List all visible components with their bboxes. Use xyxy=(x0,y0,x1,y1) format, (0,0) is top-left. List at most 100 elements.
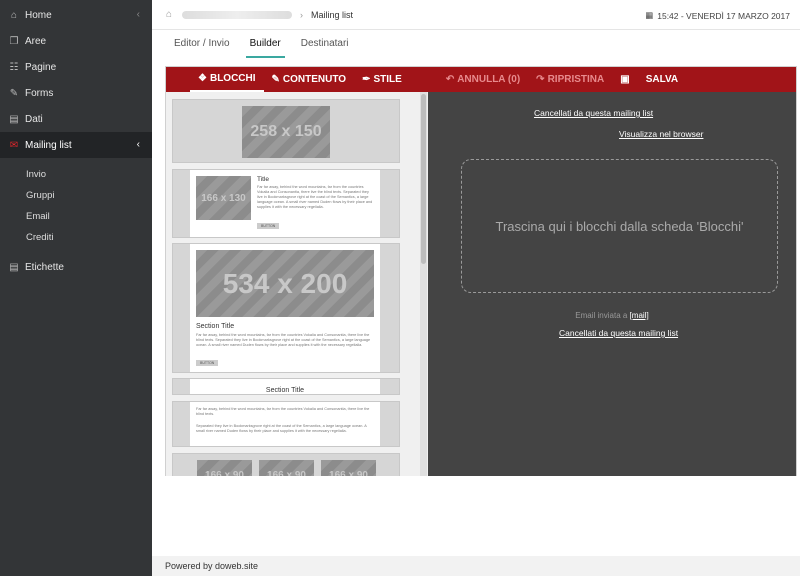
sidebar-item-dati[interactable]: ▤ Dati xyxy=(0,106,152,132)
style-tab-button[interactable]: ✒ STILE xyxy=(354,67,410,92)
calendar-icon: ▦ xyxy=(645,10,654,20)
sidebar-item-label: Forms xyxy=(25,87,54,99)
block-inner: 166 x 130 Title Far far away, behind the… xyxy=(190,170,380,237)
blocks-panel: 258 x 150 166 x 130 Title Far far away, … xyxy=(166,92,428,476)
block-text: Far far away, behind the word mountains,… xyxy=(196,407,370,416)
image-icon: ▣ xyxy=(620,74,630,85)
footer-text: Powered by doweb.site xyxy=(165,561,259,571)
style-label: STILE xyxy=(373,74,402,85)
sidebar-item-label: Mailing list xyxy=(25,139,72,151)
sidebar-item-pagine[interactable]: ☷ Pagine xyxy=(0,54,152,80)
blocks-label: BLOCCHI xyxy=(209,73,256,84)
sidebar-item-label: Aree xyxy=(25,35,47,47)
view-in-browser-link[interactable]: Visualizza nel browser xyxy=(619,129,703,139)
sidebar-item-etichette[interactable]: ▤ Etichette xyxy=(0,254,152,280)
undo-icon: ↶ xyxy=(445,74,455,85)
chevron-left-icon: ‹ xyxy=(136,9,140,20)
section-title: Section Title xyxy=(265,387,305,394)
sidebar-item-aree[interactable]: ❐ Aree xyxy=(0,28,152,54)
brush-icon: ✒ xyxy=(362,74,371,85)
sidebar-subitem-invio[interactable]: Invio xyxy=(0,164,152,185)
unsubscribe-link-bottom[interactable]: Cancellati da questa mailing list xyxy=(559,328,678,338)
email-canvas: Cancellati da questa mailing list Visual… xyxy=(428,92,796,476)
placeholder-image: 166 x 90 xyxy=(259,460,314,476)
builder: ❖ BLOCCHI ✎ CONTENUTO ✒ STILE ↶ ANNULLA … xyxy=(165,66,797,476)
block-image-section[interactable]: 534 x 200 Section Title Far far away, be… xyxy=(172,243,400,373)
block-image-full[interactable]: 258 x 150 xyxy=(172,99,400,163)
copy-icon: ❐ xyxy=(9,35,19,47)
block-section-title[interactable]: Section Title xyxy=(172,378,400,395)
home-icon: ⌂ xyxy=(10,9,18,21)
footer: Powered by doweb.site xyxy=(152,556,800,576)
home-icon[interactable]: ⌂ xyxy=(166,9,172,20)
chevron-left-icon: ‹ xyxy=(136,139,140,150)
unsubscribe-link-top[interactable]: Cancellati da questa mailing list xyxy=(534,108,653,118)
edit-icon: ✎ xyxy=(9,87,19,99)
drop-zone-text: Trascina qui i blocchi dalla scheda 'Blo… xyxy=(495,218,744,234)
blocks-tab-button[interactable]: ❖ BLOCCHI xyxy=(190,67,264,92)
breadcrumb-current: Mailing list xyxy=(311,9,354,20)
placeholder-image: 534 x 200 xyxy=(196,250,374,317)
undo-button[interactable]: ↶ ANNULLA (0) xyxy=(438,67,528,92)
sidebar-item-mailing-list[interactable]: ✉ Mailing list ‹ xyxy=(0,132,152,158)
sidebar-subitem-crediti[interactable]: Crediti xyxy=(0,227,152,248)
clock: ▦ 15:42 - VENERDÌ 17 MARZO 2017 xyxy=(645,10,790,21)
database-icon: ▤ xyxy=(9,113,19,125)
pencil-icon: ✎ xyxy=(271,74,280,85)
sitemap-icon: ☷ xyxy=(9,61,19,73)
sidebar-item-label: Pagine xyxy=(25,61,57,73)
sidebar-item-home[interactable]: ⌂ Home ‹ xyxy=(0,2,152,28)
image-button[interactable]: ▣ xyxy=(612,67,637,92)
block-text: Separated they live in Bookmarksgrove ri… xyxy=(196,424,367,433)
placeholder-image: 166 x 90 xyxy=(321,460,376,476)
block-button: BUTTON xyxy=(196,360,219,366)
envelope-icon: ✉ xyxy=(9,139,19,151)
sidebar-subitem-email[interactable]: Email xyxy=(0,206,152,227)
sent-to-line: Email inviata a [mail] xyxy=(428,311,796,320)
content-label: CONTENUTO xyxy=(282,74,347,85)
block-title: Title xyxy=(257,176,270,183)
block-text: Far far away, behind the word mountains,… xyxy=(196,333,371,347)
block-text-paragraphs[interactable]: Far far away, behind the word mountains,… xyxy=(172,401,400,447)
redo-icon: ↷ xyxy=(536,74,545,85)
block-inner: 534 x 200 Section Title Far far away, be… xyxy=(190,244,380,372)
sidebar-item-label: Home xyxy=(25,9,52,21)
tab-destinatari[interactable]: Destinatari xyxy=(291,30,359,58)
sidebar-item-forms[interactable]: ✎ Forms xyxy=(0,80,152,106)
clock-text: 15:42 - VENERDÌ 17 MARZO 2017 xyxy=(657,10,790,21)
tab-editor-invio[interactable]: Editor / Invio xyxy=(164,30,240,58)
tabs: Editor / Invio Builder Destinatari xyxy=(152,30,800,58)
block-button: BUTTON xyxy=(257,223,280,229)
sidebar-subitem-gruppi[interactable]: Gruppi xyxy=(0,185,152,206)
save-button[interactable]: SALVA xyxy=(638,67,686,92)
drop-zone[interactable]: Trascina qui i blocchi dalla scheda 'Blo… xyxy=(461,159,778,293)
header: ⌂ › Mailing list ▦ 15:42 - VENERDÌ 17 MA… xyxy=(152,0,800,30)
blocks-scrollbar[interactable] xyxy=(420,92,427,476)
builder-toolbar: ❖ BLOCCHI ✎ CONTENUTO ✒ STILE ↶ ANNULLA … xyxy=(166,67,796,92)
content-tab-button[interactable]: ✎ CONTENUTO xyxy=(264,67,355,92)
cubes-icon: ❖ xyxy=(198,73,207,84)
chevron-right-icon: › xyxy=(300,9,304,20)
mail-tag-link[interactable]: [mail] xyxy=(630,311,649,320)
undo-label: ANNULLA (0) xyxy=(457,74,521,85)
block-image-text[interactable]: 166 x 130 Title Far far away, behind the… xyxy=(172,169,400,238)
document-icon: ▤ xyxy=(9,261,19,273)
placeholder-image: 166 x 90 xyxy=(197,460,252,476)
block-inner: Section Title xyxy=(190,379,380,394)
redo-button[interactable]: ↷ RIPRISTINA xyxy=(528,67,612,92)
sidebar-item-label: Dati xyxy=(25,113,43,125)
redo-label: RIPRISTINA xyxy=(547,74,605,85)
tab-builder[interactable]: Builder xyxy=(240,30,291,58)
breadcrumb-blurred xyxy=(182,10,293,19)
sent-to-label: Email inviata a xyxy=(575,311,628,320)
placeholder-image: 258 x 150 xyxy=(242,106,330,158)
sidebar-item-label: Etichette xyxy=(25,261,64,273)
block-inner: Far far away, behind the word mountains,… xyxy=(190,402,380,446)
placeholder-image: 166 x 130 xyxy=(196,176,251,220)
block-text: Far far away, behind the word mountains,… xyxy=(257,185,373,209)
save-label: SALVA xyxy=(645,74,679,85)
sidebar: ⌂ Home ‹ ❐ Aree ☷ Pagine ✎ Forms ▤ Dati … xyxy=(0,0,152,576)
section-title: Section Title xyxy=(196,323,235,330)
block-three-images[interactable]: 166 x 90 166 x 90 166 x 90 xyxy=(172,453,400,476)
scrollbar-thumb[interactable] xyxy=(421,94,426,264)
